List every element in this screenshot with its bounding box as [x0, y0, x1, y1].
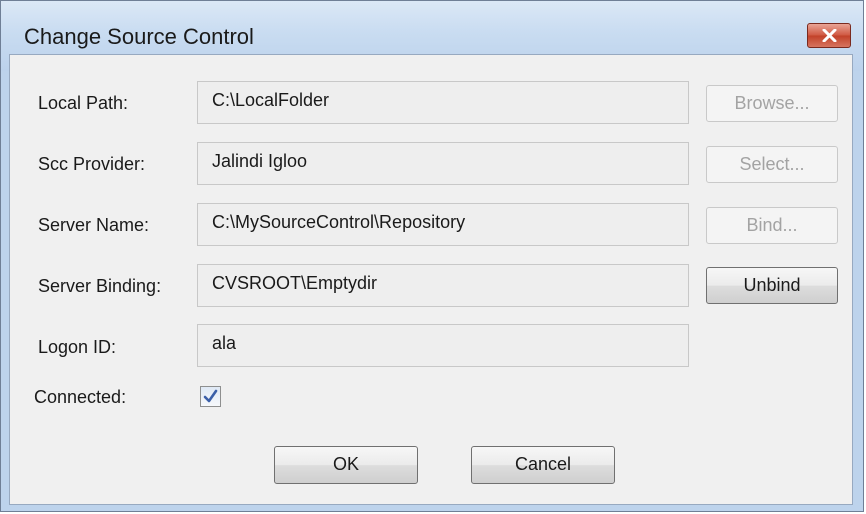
- ok-button[interactable]: OK: [274, 446, 418, 484]
- local-path-label: Local Path:: [38, 93, 129, 113]
- server-binding-field: CVSROOT\Emptydir: [197, 264, 689, 307]
- server-binding-label: Server Binding:: [38, 276, 162, 296]
- close-button[interactable]: [807, 23, 851, 48]
- scc-provider-label: Scc Provider:: [38, 154, 146, 174]
- local-path-field: C:\LocalFolder: [197, 81, 689, 124]
- connected-label: Connected:: [34, 387, 127, 407]
- logon-id-field: ala: [197, 324, 689, 367]
- cancel-button[interactable]: Cancel: [471, 446, 615, 484]
- check-mark-icon: [203, 389, 218, 403]
- server-name-field: C:\MySourceControl\Repository: [197, 203, 689, 246]
- logon-id-label: Logon ID:: [38, 337, 117, 357]
- unbind-button[interactable]: Unbind: [706, 267, 838, 304]
- browse-button[interactable]: Browse...: [706, 85, 838, 122]
- connected-checkbox[interactable]: [200, 386, 221, 407]
- close-icon: [822, 29, 837, 42]
- select-button[interactable]: Select...: [706, 146, 838, 183]
- dialog-title: Change Source Control: [24, 24, 254, 49]
- server-name-label: Server Name:: [38, 215, 150, 235]
- scc-provider-field: Jalindi Igloo: [197, 142, 689, 185]
- bind-button[interactable]: Bind...: [706, 207, 838, 244]
- change-source-control-dialog: Change Source Control Local Path: C:\Loc…: [0, 0, 864, 512]
